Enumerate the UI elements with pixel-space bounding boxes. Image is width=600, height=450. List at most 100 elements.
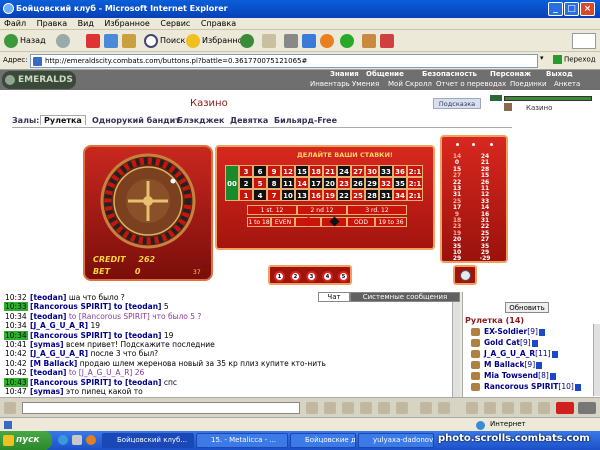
- bet-cell-9[interactable]: 9: [267, 165, 281, 177]
- send-icon[interactable]: [306, 402, 318, 414]
- exit-icon[interactable]: [438, 402, 450, 414]
- address-dropdown-icon[interactable]: ▾: [540, 54, 550, 68]
- menu-file[interactable]: Файл: [4, 19, 26, 28]
- chat-author[interactable]: [M Ballack]: [30, 359, 77, 368]
- nav-character[interactable]: Персонаж: [490, 70, 531, 78]
- info-icon[interactable]: [538, 328, 545, 336]
- user-list-item[interactable]: M Ballack[9]: [471, 359, 543, 370]
- bet-1-to-18[interactable]: 1 to 18: [247, 217, 271, 227]
- info-icon[interactable]: [574, 383, 581, 391]
- bet-cell-23[interactable]: 23: [337, 177, 351, 189]
- bet-cell-29[interactable]: 29: [365, 177, 379, 189]
- bet-cell-12[interactable]: 12: [281, 165, 295, 177]
- bet-cell-11[interactable]: 11: [281, 177, 295, 189]
- bet-black[interactable]: [321, 216, 347, 227]
- refresh-users-button[interactable]: Обновить: [505, 302, 549, 313]
- edit-button[interactable]: [302, 33, 318, 49]
- user-list-item[interactable]: EX-Soldier[9]: [471, 326, 545, 337]
- clear-icon[interactable]: [324, 402, 336, 414]
- bet-cell-18[interactable]: 18: [309, 165, 323, 177]
- bet-cell-33[interactable]: 33: [379, 165, 393, 177]
- nav-inventory[interactable]: Инвентарь: [310, 80, 350, 88]
- bet-cell-2[interactable]: 2: [239, 177, 253, 189]
- bet-cell-24[interactable]: 24: [337, 165, 351, 177]
- bet-19-to-36[interactable]: 19 to 36: [375, 217, 407, 227]
- bet-cell-19[interactable]: 19: [323, 189, 337, 201]
- print-button[interactable]: [284, 33, 300, 49]
- chat-author[interactable]: [symas]: [30, 387, 64, 396]
- home-button[interactable]: [122, 33, 138, 49]
- user-list-item[interactable]: J_A_G_U_A_R[11]: [471, 348, 558, 359]
- user-name[interactable]: Mia Towsend: [484, 371, 538, 380]
- info-icon[interactable]: [549, 372, 556, 380]
- taskbar-item-0[interactable]: Бойцовский клуб...: [102, 433, 194, 448]
- forward-button[interactable]: [56, 33, 72, 49]
- chat-time[interactable]: 10:34: [4, 330, 28, 340]
- smiley-icon[interactable]: [342, 402, 354, 414]
- bet-cell-7[interactable]: 7: [267, 189, 281, 201]
- bet-cell-21[interactable]: 21: [323, 165, 337, 177]
- chat-author[interactable]: [teodan]: [30, 368, 66, 377]
- chip-5[interactable]: 5: [338, 271, 349, 282]
- bet-cell-34[interactable]: 34: [393, 189, 407, 201]
- bet-cell-36[interactable]: 36: [393, 165, 407, 177]
- nav-knowledge[interactable]: Знания: [330, 70, 359, 78]
- taskbar-item-2[interactable]: Бойцовские днев...: [290, 433, 356, 448]
- chat-recipient[interactable]: to [teodan]: [114, 378, 162, 387]
- chat-time[interactable]: 10:34: [4, 312, 28, 321]
- bet-cell-6[interactable]: 6: [253, 165, 267, 177]
- bet-cell-15[interactable]: 15: [295, 165, 309, 177]
- menu-help[interactable]: Справка: [201, 19, 236, 28]
- hint-button[interactable]: Подсказка: [433, 98, 481, 109]
- back-button[interactable]: Назад: [4, 33, 46, 49]
- bet-third-dozen[interactable]: 3 rd. 12: [347, 205, 407, 215]
- nav-scroll[interactable]: Мой Скролл: [388, 80, 432, 88]
- bet-cell-22[interactable]: 22: [337, 189, 351, 201]
- mail-button[interactable]: [262, 33, 278, 49]
- bet-cell-3[interactable]: 3: [239, 165, 253, 177]
- user-name[interactable]: Rancorous SPIRIT: [484, 382, 558, 391]
- spin-button[interactable]: [453, 265, 477, 285]
- nav-profile[interactable]: Анкета: [554, 80, 580, 88]
- mute-icon[interactable]: [396, 402, 408, 414]
- close-button[interactable]: ×: [580, 2, 595, 16]
- favorites-button[interactable]: Избранное: [186, 33, 247, 49]
- info-icon[interactable]: [536, 361, 543, 369]
- bet-cell-4[interactable]: 4: [253, 189, 267, 201]
- quicklaunch-ie-icon[interactable]: [58, 435, 68, 445]
- bet-cell-5[interactable]: 5: [253, 177, 267, 189]
- chat-author[interactable]: [symas]: [30, 340, 64, 349]
- bet-cell-14[interactable]: 14: [295, 177, 309, 189]
- address-input[interactable]: http://emeraldscity.combats.com/buttons.…: [30, 54, 538, 68]
- site-logo[interactable]: EMERALDS: [2, 71, 76, 89]
- nav-transfers[interactable]: Отчет о переводах: [436, 80, 506, 88]
- bet-cell-20[interactable]: 20: [323, 177, 337, 189]
- chat-author[interactable]: [teodan]: [30, 293, 66, 302]
- info-icon[interactable]: [531, 339, 538, 347]
- refresh-button[interactable]: [104, 33, 120, 49]
- friends-icon[interactable]: [466, 402, 478, 414]
- user-list-item[interactable]: Rancorous SPIRIT[10]: [471, 381, 581, 392]
- bet-even[interactable]: EVEN: [271, 217, 295, 227]
- chat-author[interactable]: [J_A_G_U_A_R]: [30, 321, 88, 330]
- nav-exit[interactable]: Выход: [546, 70, 573, 78]
- menu-edit[interactable]: Правка: [37, 19, 67, 28]
- users-scrollbar[interactable]: [593, 324, 600, 396]
- taskbar-item-3[interactable]: yulyaxa-dadonov...: [358, 433, 434, 448]
- quicklaunch-desktop-icon[interactable]: [72, 435, 82, 445]
- bet-cell-17[interactable]: 17: [309, 177, 323, 189]
- user-name[interactable]: M Ballack: [484, 360, 525, 369]
- chat-recipient[interactable]: to [teodan]: [114, 302, 162, 311]
- chat-time[interactable]: 10:34: [4, 321, 28, 330]
- bet-cell-35[interactable]: 35: [393, 177, 407, 189]
- chip-4[interactable]: 4: [322, 271, 333, 282]
- bet-cell-10[interactable]: 10: [281, 189, 295, 201]
- chat-time[interactable]: 10:41: [4, 340, 28, 349]
- chat-time[interactable]: 10:42: [4, 359, 28, 368]
- nav-battles[interactable]: Поединки: [510, 80, 547, 88]
- chat-recipient[interactable]: to [J_A_G_U_A_R]: [69, 368, 133, 377]
- bet-cell-32[interactable]: 32: [379, 177, 393, 189]
- chat-author[interactable]: [Rancorous SPIRIT]: [30, 331, 111, 340]
- chip-2[interactable]: 2: [290, 271, 301, 282]
- chat-scrollbar[interactable]: [452, 302, 460, 397]
